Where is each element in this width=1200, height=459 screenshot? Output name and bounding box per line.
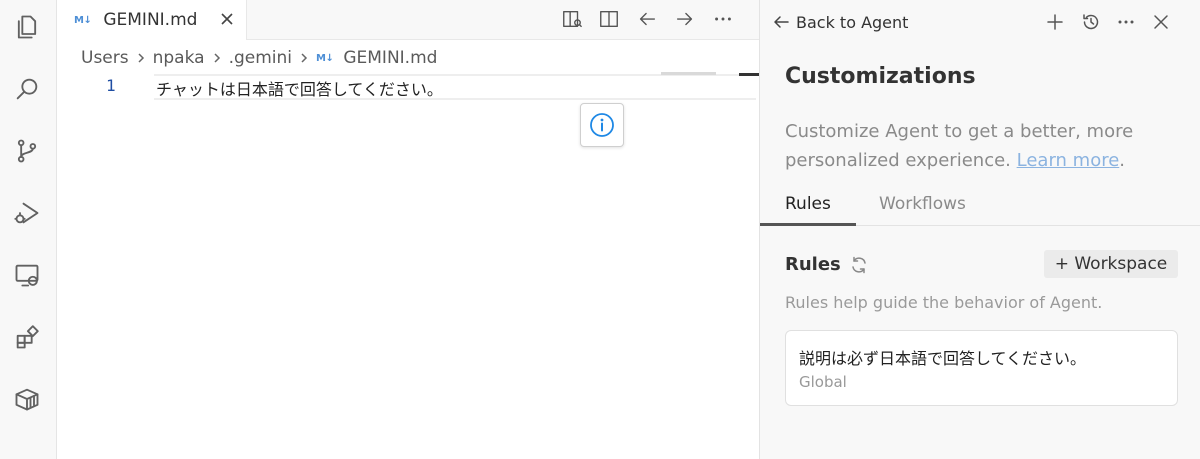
extensions-icon[interactable] [10,320,44,354]
rules-heading-label: Rules [785,254,841,275]
activity-bar [0,0,57,459]
markdown-icon: M↓ [74,14,92,26]
add-workspace-rule-button[interactable]: + Workspace [1044,250,1178,278]
editor-tab[interactable]: M↓ GEMINI.md [58,0,247,40]
markdown-icon: M↓ [316,52,334,64]
refresh-icon[interactable] [849,255,869,275]
info-button[interactable] [580,103,624,147]
breadcrumb-item[interactable]: .gemini [229,48,292,68]
tab-label: GEMINI.md [103,10,198,30]
chevron-right-icon [135,52,147,64]
tab-rules[interactable]: Rules [785,194,831,214]
close-icon[interactable] [1149,10,1173,34]
chevron-right-icon [298,52,310,64]
more-options-icon[interactable] [1114,10,1138,34]
learn-more-link[interactable]: Learn more [1017,150,1120,171]
overview-ruler-mark [739,73,759,76]
rules-heading: Rules [785,254,869,275]
line-number: 1 [106,76,116,95]
rule-scope: Global [799,373,847,391]
run-debug-icon[interactable] [10,196,44,230]
breadcrumb-file[interactable]: GEMINI.md [343,48,437,68]
breadcrumb-item[interactable]: Users [81,48,129,68]
editor: M↓ GEMINI.md Users npaka .gemini M↓ GEMI… [58,0,759,459]
arrow-right-icon[interactable] [672,6,698,32]
arrow-left-icon [774,16,789,28]
arrow-left-icon[interactable] [634,6,660,32]
panel-description: Customize Agent to get a better, more pe… [785,117,1185,175]
containers-icon[interactable] [10,382,44,416]
agent-panel: Back to Agent Customizations Customize A… [759,0,1200,459]
back-to-agent-button[interactable]: Back to Agent [772,10,908,34]
description-end: . [1119,150,1126,171]
source-control-icon[interactable] [10,134,44,168]
panel-title: Customizations [785,64,976,89]
chevron-right-icon [211,52,223,64]
minimap-line [661,72,716,75]
breadcrumb: Users npaka .gemini M↓ GEMINI.md [81,46,437,70]
plus-icon[interactable] [1043,10,1067,34]
rules-help-text: Rules help guide the behavior of Agent. [785,293,1103,312]
remote-explorer-icon[interactable] [10,258,44,292]
close-icon[interactable] [216,8,238,30]
code-line[interactable]: チャットは日本語で回答してください。 [156,76,443,100]
breadcrumb-item[interactable]: npaka [153,48,205,68]
search-icon[interactable] [10,72,44,106]
rule-text: 説明は必ず日本語で回答してください。 [799,349,1087,368]
split-editor-icon[interactable] [596,6,622,32]
back-label: Back to Agent [796,12,909,32]
rule-card[interactable]: 説明は必ず日本語で回答してください。 Global [785,330,1178,406]
tab-workflows[interactable]: Workflows [879,194,966,214]
open-preview-icon[interactable] [559,6,585,32]
customization-tabs: Rules Workflows [760,188,1200,226]
info-icon [590,113,614,137]
active-tab-indicator [760,223,856,226]
history-icon[interactable] [1079,10,1103,34]
tab-bar: M↓ GEMINI.md [58,0,759,40]
files-icon[interactable] [10,10,44,44]
more-actions-icon[interactable] [710,6,736,32]
